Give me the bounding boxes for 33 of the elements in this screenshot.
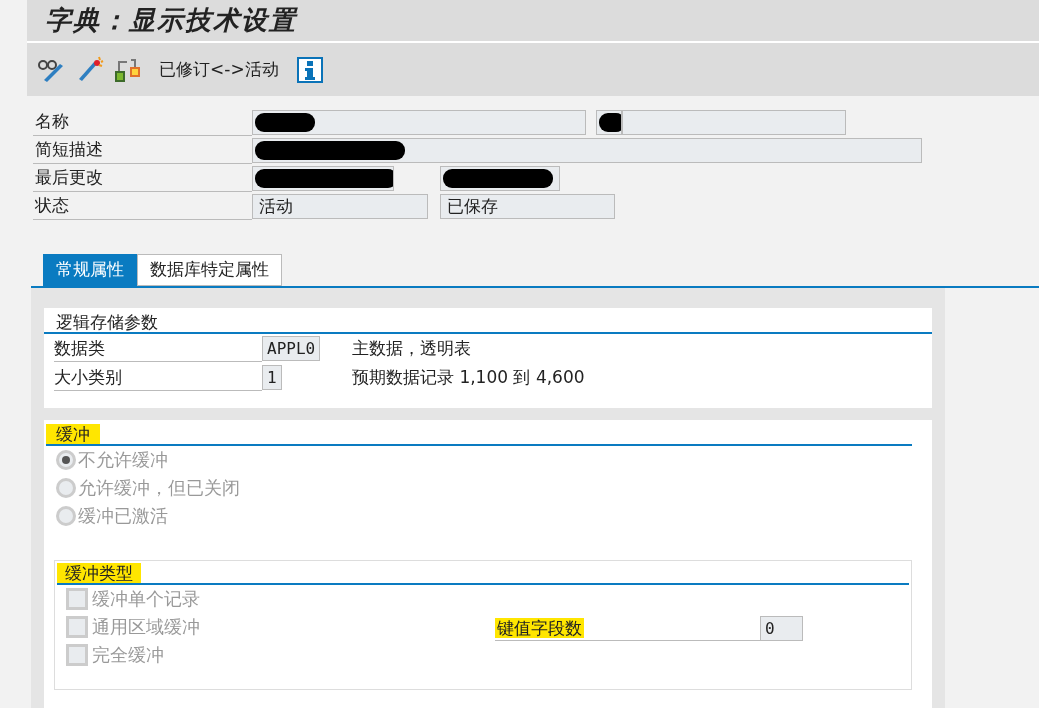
field-label: 简短描述: [33, 136, 252, 165]
group-title: 缓冲类型: [57, 563, 141, 583]
field-description: 预期数据记录 1,100 到 4,600: [352, 365, 585, 389]
text-field[interactable]: [596, 109, 622, 135]
field-label: 键值字段数: [495, 618, 584, 638]
text-field[interactable]: 活动: [252, 193, 428, 219]
info-icon[interactable]: [296, 56, 323, 83]
tab[interactable]: 数据库特定属性: [137, 254, 282, 287]
radio-label: 不允许缓冲: [78, 448, 168, 473]
field-label: 最后更改: [33, 164, 252, 193]
checkbox-label: 通用区域缓冲: [92, 615, 200, 640]
version-compare-text[interactable]: 已修订<->活动: [159, 56, 279, 83]
section-title: 逻辑存储参数: [56, 312, 158, 332]
field-label: 名称: [33, 108, 252, 137]
radio-label: 缓冲已激活: [78, 504, 168, 529]
field-label: 状态: [33, 192, 252, 221]
text-field[interactable]: 0: [760, 616, 803, 641]
text-field[interactable]: 1: [262, 365, 342, 390]
text-field[interactable]: 已保存: [440, 193, 615, 219]
field-description: 主数据，透明表: [352, 336, 471, 360]
checkbox-label: 完全缓冲: [92, 643, 164, 668]
text-field[interactable]: [440, 165, 560, 191]
section-title: 缓冲: [46, 424, 100, 444]
text-field[interactable]: [252, 137, 922, 163]
checkbox-label: 缓冲单个记录: [92, 587, 200, 612]
magic-wand-icon[interactable]: [77, 55, 105, 84]
text-field[interactable]: [622, 109, 846, 135]
tab[interactable]: 常规属性: [43, 254, 137, 287]
radio-label: 允许缓冲，但已关闭: [78, 476, 240, 501]
text-field[interactable]: [252, 109, 586, 135]
window-title: 字典：显示技术设置: [45, 4, 297, 38]
redaction-mark: [255, 112, 315, 132]
redaction-mark: [599, 112, 621, 132]
